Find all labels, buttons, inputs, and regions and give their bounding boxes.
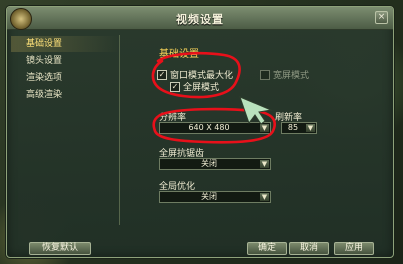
video-settings-dialog: 视频设置 × 基础设置 镜头设置 渲染选项 高级渲染 基础设置 ✓ 窗口模式最大化…	[6, 6, 394, 258]
refresh-rate-select[interactable]: 85 ▼	[281, 122, 317, 134]
cancel-button[interactable]: 取消	[289, 242, 329, 255]
fullscreen-label: 全屏模式	[183, 83, 220, 93]
resolution-select[interactable]: 640 X 480 ▼	[159, 122, 271, 134]
checkmark-icon: ✓	[157, 69, 167, 80]
chevron-down-icon[interactable]: ▼	[260, 124, 269, 132]
chevron-down-icon[interactable]: ▼	[260, 160, 269, 168]
restore-defaults-button[interactable]: 恢复默认	[29, 242, 91, 255]
settings-panel: 基础设置 ✓ 窗口模式最大化 ✓ 全屏模式 宽屏模式 分辨率 640 X 480 ▼…	[7, 7, 393, 257]
resolution-value: 640 X 480	[188, 123, 230, 132]
apply-button[interactable]: 应用	[334, 242, 374, 255]
refresh-rate-value: 85	[287, 123, 299, 132]
antialiasing-select[interactable]: 关闭 ▼	[159, 158, 271, 170]
section-title: 基础设置	[159, 49, 199, 60]
widescreen-label: 宽屏模式	[273, 71, 310, 81]
unchecked-box-icon	[260, 69, 270, 80]
checkmark-icon: ✓	[170, 81, 180, 92]
antialiasing-value: 关闭	[201, 159, 217, 168]
global-optimization-value: 关闭	[201, 192, 217, 201]
ok-button[interactable]: 确定	[247, 242, 287, 255]
chevron-down-icon[interactable]: ▼	[260, 193, 269, 201]
game-screen: 视频设置 × 基础设置 镜头设置 渲染选项 高级渲染 基础设置 ✓ 窗口模式最大化…	[0, 0, 403, 264]
global-optimization-select[interactable]: 关闭 ▼	[159, 191, 271, 203]
fullscreen-checkbox[interactable]: ✓ 全屏模式	[170, 80, 219, 93]
chevron-down-icon[interactable]: ▼	[306, 124, 315, 132]
widescreen-checkbox[interactable]: 宽屏模式	[260, 68, 309, 81]
